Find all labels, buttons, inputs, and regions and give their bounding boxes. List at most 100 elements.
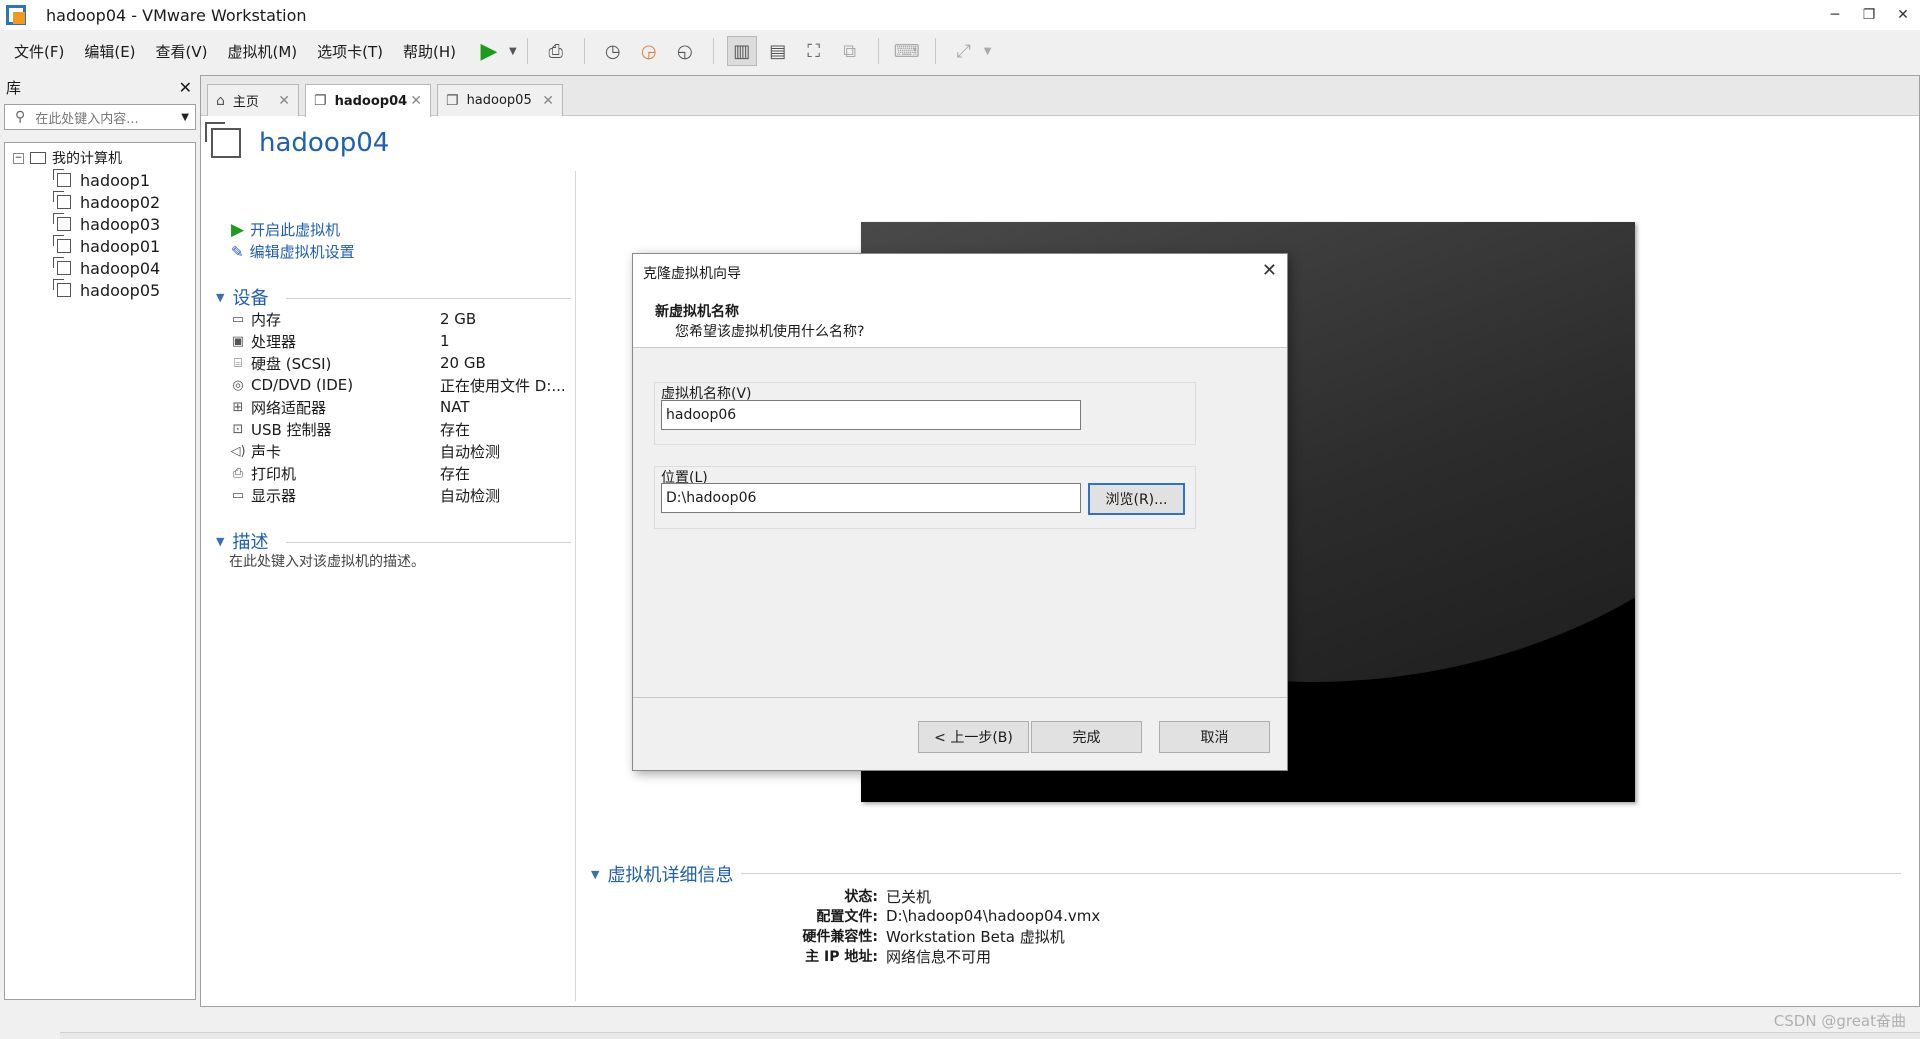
show-library-button[interactable]: ▥ <box>726 36 757 66</box>
full-screen-button[interactable]: ⛶ <box>799 36 829 66</box>
device-row-display[interactable]: ▭ 显示器 自动检测 <box>229 484 569 506</box>
processor-icon: ▣ <box>231 333 245 349</box>
back-button[interactable]: < 上一步(B) <box>918 721 1029 753</box>
console-icon: ⌨ <box>893 40 920 62</box>
cd-icon: ◎ <box>232 377 244 393</box>
section-divider <box>741 873 1901 874</box>
vm-icon <box>53 279 71 297</box>
tree-item-vm[interactable]: hadoop03 <box>5 213 195 235</box>
menu-help[interactable]: 帮助(H) <box>395 41 464 62</box>
menu-vm[interactable]: 虚拟机(M) <box>220 41 306 62</box>
power-dropdown-icon[interactable]: ▼ <box>509 46 517 57</box>
network-icon: ⊞ <box>232 399 244 415</box>
window-title: hadoop04 - VMware Workstation <box>46 5 307 25</box>
device-row-processor[interactable]: ▣ 处理器 1 <box>229 330 569 352</box>
tree-item-label: hadoop05 <box>80 280 161 300</box>
dialog-close-icon[interactable]: ✕ <box>1262 260 1277 281</box>
tree-item-vm[interactable]: hadoop05 <box>5 279 195 301</box>
restore-button[interactable]: ❐ <box>1852 0 1886 30</box>
detail-value: 网络信息不可用 <box>886 947 992 966</box>
power-on-vm-link[interactable]: ▶ 开启此虚拟机 <box>231 219 340 240</box>
thumbnail-bar-button[interactable]: ▤ <box>763 36 793 66</box>
device-name: 声卡 <box>251 442 282 461</box>
tree-item-vm[interactable]: hadoop04 <box>5 257 195 279</box>
device-row-memory[interactable]: ▭ 内存 2 GB <box>229 308 569 330</box>
browse-button[interactable]: 浏览(R)... <box>1088 483 1185 515</box>
bottom-strip: CSDN @great奋曲 <box>0 1007 1920 1039</box>
tree-item-vm[interactable]: hadoop1 <box>5 169 195 191</box>
snapshot-button[interactable]: ◷ <box>598 36 628 66</box>
section-divider <box>286 542 571 543</box>
detail-row-hw-compat: 硬件兼容性: Workstation Beta 虚拟机 <box>591 926 1065 946</box>
tab-label: hadoop04 <box>334 93 408 109</box>
detail-label: 主 IP 地址: <box>805 949 878 965</box>
unity-button[interactable]: ⧉ <box>835 36 865 66</box>
library-search-input[interactable]: ⚲ 在此处键入内容... ▼ <box>4 104 196 130</box>
menu-edit[interactable]: 编辑(E) <box>76 41 143 62</box>
device-name: 处理器 <box>251 332 297 351</box>
device-row-network[interactable]: ⊞ 网络适配器 NAT <box>229 396 569 418</box>
tab-hadoop04[interactable]: ❐ hadoop04 ✕ <box>305 84 431 117</box>
library-tree: − 我的计算机 hadoop1 hadoop02 hadoop03 hadoop… <box>4 142 196 1000</box>
menu-view[interactable]: 查看(V) <box>148 41 216 62</box>
vm-details-section-header[interactable]: ▼ 虚拟机详细信息 <box>591 861 733 887</box>
detail-value: D:\hadoop04\hadoop04.vmx <box>886 907 1101 925</box>
edit-vm-settings-link[interactable]: ✎ 编辑虚拟机设置 <box>231 241 355 262</box>
tree-item-label: hadoop01 <box>80 236 161 256</box>
device-row-usb[interactable]: ⊡ USB 控制器 存在 <box>229 418 569 440</box>
device-name: 显示器 <box>251 486 297 505</box>
close-library-icon[interactable]: ✕ <box>179 78 192 97</box>
close-tab-icon[interactable]: ✕ <box>542 93 554 109</box>
vm-name-value: hadoop06 <box>666 407 737 423</box>
vm-large-icon <box>205 122 241 158</box>
menu-tabs[interactable]: 选项卡(T) <box>309 41 391 62</box>
revert-icon: ◶ <box>640 40 657 62</box>
computer-icon <box>30 152 46 164</box>
device-value: 1 <box>440 332 450 350</box>
revert-snapshot-button[interactable]: ◶ <box>634 36 664 66</box>
console-button[interactable]: ⌨ <box>892 36 922 66</box>
vm-name-input[interactable]: hadoop06 <box>661 400 1081 430</box>
stretch-dropdown-icon[interactable]: ▼ <box>984 46 992 57</box>
detail-value: Workstation Beta 虚拟机 <box>886 927 1065 946</box>
location-input[interactable]: D:\hadoop06 <box>661 483 1081 513</box>
tree-item-vm[interactable]: hadoop02 <box>5 191 195 213</box>
watermark: CSDN @great奋曲 <box>1773 1012 1906 1030</box>
menu-file[interactable]: 文件(F) <box>6 41 72 62</box>
device-row-sound[interactable]: ◁) 声卡 自动检测 <box>229 440 569 462</box>
snapshot-manager-button[interactable]: ◵ <box>670 36 700 66</box>
cancel-button[interactable]: 取消 <box>1159 721 1270 753</box>
close-window-button[interactable]: ✕ <box>1886 0 1920 30</box>
device-row-harddisk[interactable]: ⌸ 硬盘 (SCSI) 20 GB <box>229 352 569 374</box>
search-dropdown-icon[interactable]: ▼ <box>181 112 189 123</box>
library-panel: 库 ✕ ⚲ 在此处键入内容... ▼ − 我的计算机 hadoop1 hadoo… <box>0 72 200 1007</box>
finish-button[interactable]: 完成 <box>1031 721 1142 753</box>
caret-down-icon: ▼ <box>216 534 225 548</box>
monitor-icon: ▭ <box>231 487 245 503</box>
power-on-button[interactable]: ▶ <box>474 36 504 66</box>
stretch-button[interactable]: ⤢ <box>949 36 979 66</box>
window-controls: ─ ❐ ✕ <box>1818 0 1920 30</box>
close-tab-icon[interactable]: ✕ <box>278 93 290 109</box>
description-placeholder[interactable]: 在此处键入对该虚拟机的描述。 <box>229 551 425 571</box>
library-header: 库 ✕ <box>0 72 200 102</box>
tree-item-vm[interactable]: hadoop01 <box>5 235 195 257</box>
minimize-button[interactable]: ─ <box>1818 0 1852 30</box>
tree-root-my-computer[interactable]: − 我的计算机 <box>5 147 195 169</box>
detail-label: 状态: <box>844 889 878 905</box>
unity-icon: ⧉ <box>843 40 857 62</box>
device-row-cdrom[interactable]: ◎ CD/DVD (IDE) 正在使用文件 D:... <box>229 374 569 396</box>
device-row-printer[interactable]: ⎙ 打印机 存在 <box>229 462 569 484</box>
vm-icon <box>53 235 71 253</box>
send-ctrl-alt-del-button[interactable]: ⎙ <box>541 36 571 66</box>
device-name: 网络适配器 <box>251 398 327 417</box>
tree-root-label: 我的计算机 <box>52 151 122 167</box>
devices-section-header[interactable]: ▼ 设备 <box>216 284 268 310</box>
close-tab-icon[interactable]: ✕ <box>410 93 422 109</box>
tab-hadoop05[interactable]: ❐ hadoop05 ✕ <box>437 84 563 116</box>
tree-item-label: hadoop03 <box>80 214 161 234</box>
tab-label: 主页 <box>232 95 259 110</box>
snapshot-manager-icon: ◵ <box>676 40 693 62</box>
collapse-icon[interactable]: − <box>13 152 24 164</box>
tab-home[interactable]: ⌂ 主页 ✕ <box>207 84 299 116</box>
